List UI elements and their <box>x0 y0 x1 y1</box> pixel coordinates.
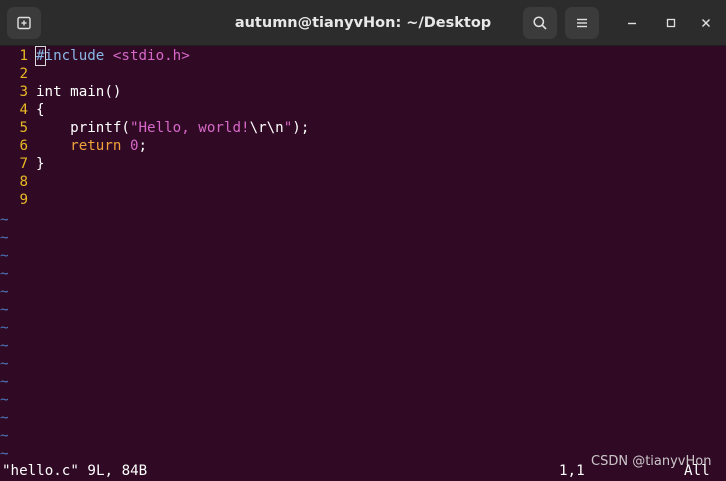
cursor-position: 1,1 <box>559 463 585 479</box>
tilde-marker: ~ <box>0 356 9 372</box>
preprocessor-directive: include <box>44 48 105 64</box>
minimize-icon <box>628 22 636 25</box>
maximize-icon <box>666 18 676 28</box>
tilde-marker: ~ <box>0 284 9 300</box>
tilde-marker: ~ <box>0 428 9 444</box>
return-keyword: return <box>70 138 122 154</box>
code-text: } <box>36 156 45 172</box>
code-text: int main() <box>36 84 122 100</box>
new-tab-button[interactable] <box>7 7 41 39</box>
line-number: 1 <box>19 48 28 64</box>
tilde-marker: ~ <box>0 320 9 336</box>
close-button[interactable] <box>692 9 720 37</box>
line-number: 8 <box>19 174 28 190</box>
number-literal: 0 <box>129 138 139 154</box>
file-info: "hello.c" 9L, 84B <box>2 463 148 479</box>
line-number: 3 <box>19 84 28 100</box>
include-header: <stdio.h> <box>112 48 190 64</box>
tilde-marker: ~ <box>0 212 9 228</box>
vim-editor[interactable]: 1 #include <stdio.h> 2 3 int main() 4{ 5 p… <box>0 46 726 209</box>
code-line: 2 <box>0 65 726 83</box>
code-line: 6 return 0; <box>0 137 726 155</box>
text-cursor: # <box>35 46 46 66</box>
minimize-button[interactable] <box>618 9 646 37</box>
menu-button[interactable] <box>565 7 599 39</box>
line-number: 7 <box>19 156 28 172</box>
watermark: CSDN @tianyvHon <box>591 454 712 469</box>
terminal-window: autumn@tianyvHon: ~/Desktop 1 #include <… <box>0 0 726 481</box>
tilde-marker: ~ <box>0 248 9 264</box>
string-literal-end: " <box>283 120 293 136</box>
code-line: 9 <box>0 191 726 209</box>
tilde-marker: ~ <box>0 374 9 390</box>
line-number: 6 <box>19 138 28 154</box>
new-tab-icon <box>17 16 31 30</box>
line-number: 2 <box>19 66 28 82</box>
search-button[interactable] <box>523 7 557 39</box>
close-icon <box>702 19 710 27</box>
code-line: 8 <box>0 173 726 191</box>
code-line: 3 int main() <box>0 83 726 101</box>
maximize-button[interactable] <box>657 9 685 37</box>
code-text: ; <box>138 138 148 154</box>
line-number: 5 <box>19 120 28 136</box>
escape-sequence: \r\n <box>249 120 284 136</box>
code-line: 5 printf("Hello, world!\r\n"); <box>0 119 726 137</box>
tilde-marker: ~ <box>0 266 9 282</box>
code-line: 4{ <box>0 101 726 119</box>
code-text: { <box>36 102 45 118</box>
tilde-marker: ~ <box>0 392 9 408</box>
string-literal: "Hello, world! <box>129 120 250 136</box>
line-number: 4 <box>19 102 28 118</box>
code-line: 1 #include <stdio.h> <box>0 46 726 66</box>
tilde-marker: ~ <box>0 446 9 462</box>
empty-buffer-lines: ~ ~ ~ ~ ~ ~ ~ ~ ~ ~ ~ ~ ~ ~ <box>0 211 200 463</box>
code-line: 7} <box>0 155 726 173</box>
tilde-marker: ~ <box>0 230 9 246</box>
tilde-marker: ~ <box>0 338 9 354</box>
title-bar[interactable]: autumn@tianyvHon: ~/Desktop <box>0 0 726 46</box>
code-text: ); <box>292 120 310 136</box>
line-number: 9 <box>19 192 28 208</box>
tilde-marker: ~ <box>0 302 9 318</box>
function-call: printf( <box>70 120 130 136</box>
search-icon <box>533 16 547 30</box>
hamburger-menu-icon <box>577 18 587 28</box>
tilde-marker: ~ <box>0 410 9 426</box>
